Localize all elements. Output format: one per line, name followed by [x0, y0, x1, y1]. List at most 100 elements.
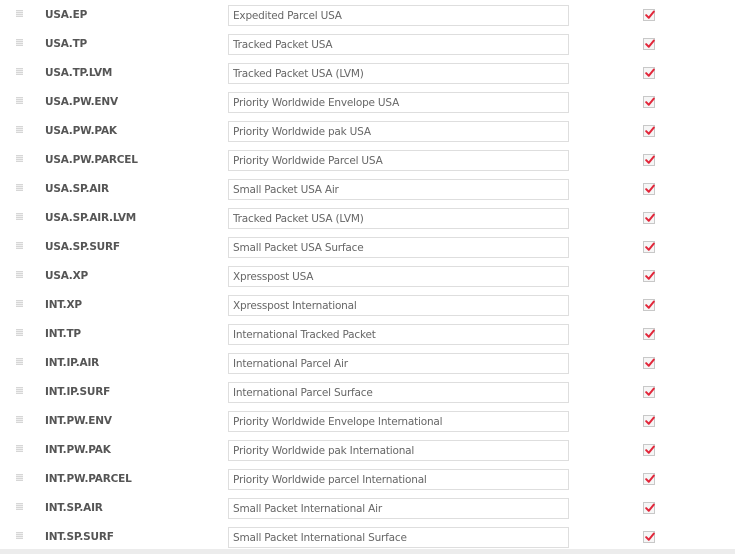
- bottom-divider: [0, 549, 735, 554]
- service-row: INT.TP: [0, 319, 735, 348]
- service-code: INT.IP.AIR: [45, 357, 100, 369]
- checkmark-icon: [645, 126, 655, 135]
- service-row: INT.XP: [0, 290, 735, 319]
- service-name-input[interactable]: [228, 34, 569, 55]
- checkmark-icon: [645, 387, 655, 396]
- service-row: INT.PW.ENV: [0, 406, 735, 435]
- service-row: USA.SP.AIR: [0, 174, 735, 203]
- drag-handle-icon[interactable]: [16, 39, 23, 46]
- service-code: USA.PW.PAK: [45, 125, 117, 137]
- service-row: INT.PW.PAK: [0, 435, 735, 464]
- checkmark-icon: [645, 271, 655, 280]
- checkmark-icon: [645, 97, 655, 106]
- drag-handle-icon[interactable]: [16, 416, 23, 423]
- service-row: INT.PW.PARCEL: [0, 464, 735, 493]
- drag-handle-icon[interactable]: [16, 387, 23, 394]
- service-enabled-checkbox[interactable]: [643, 241, 655, 253]
- service-name-input[interactable]: [228, 179, 569, 200]
- service-code: USA.TP: [45, 38, 88, 50]
- service-name-input[interactable]: [228, 498, 569, 519]
- service-name-input[interactable]: [228, 92, 569, 113]
- drag-handle-icon[interactable]: [16, 271, 23, 278]
- service-name-input[interactable]: [228, 440, 569, 461]
- service-name-input[interactable]: [228, 295, 569, 316]
- service-enabled-checkbox[interactable]: [643, 299, 655, 311]
- service-code: INT.TP: [45, 328, 81, 340]
- service-name-input[interactable]: [228, 527, 569, 548]
- service-enabled-checkbox[interactable]: [643, 444, 655, 456]
- service-name-input[interactable]: [228, 353, 569, 374]
- drag-handle-icon[interactable]: [16, 10, 23, 17]
- checkmark-icon: [645, 532, 655, 541]
- service-enabled-checkbox[interactable]: [643, 212, 655, 224]
- service-name-input[interactable]: [228, 5, 569, 26]
- drag-handle-icon[interactable]: [16, 300, 23, 307]
- service-code: USA.SP.SURF: [45, 241, 120, 253]
- drag-handle-icon[interactable]: [16, 126, 23, 133]
- service-name-input[interactable]: [228, 237, 569, 258]
- drag-handle-icon[interactable]: [16, 68, 23, 75]
- service-code: INT.PW.PAK: [45, 444, 111, 456]
- service-enabled-checkbox[interactable]: [643, 183, 655, 195]
- checkmark-icon: [645, 445, 655, 454]
- drag-handle-icon[interactable]: [16, 329, 23, 336]
- service-enabled-checkbox[interactable]: [643, 96, 655, 108]
- shipping-services-list: USA.EP USA.TP USA.TP.LVM USA.PW.ENV USA.PW.P…: [0, 0, 735, 551]
- checkmark-icon: [645, 242, 655, 251]
- checkmark-icon: [645, 358, 655, 367]
- service-enabled-checkbox[interactable]: [643, 502, 655, 514]
- drag-handle-icon[interactable]: [16, 242, 23, 249]
- checkmark-icon: [645, 329, 655, 338]
- service-code: USA.PW.ENV: [45, 96, 118, 108]
- drag-handle-icon[interactable]: [16, 474, 23, 481]
- service-code: INT.IP.SURF: [45, 386, 111, 398]
- drag-handle-icon[interactable]: [16, 184, 23, 191]
- service-row: INT.IP.SURF: [0, 377, 735, 406]
- service-code: USA.SP.AIR: [45, 183, 109, 195]
- service-enabled-checkbox[interactable]: [643, 328, 655, 340]
- service-code: INT.PW.PARCEL: [45, 473, 132, 485]
- service-enabled-checkbox[interactable]: [643, 386, 655, 398]
- service-row: USA.PW.ENV: [0, 87, 735, 116]
- service-name-input[interactable]: [228, 121, 569, 142]
- checkmark-icon: [645, 503, 655, 512]
- checkmark-icon: [645, 10, 655, 19]
- service-enabled-checkbox[interactable]: [643, 125, 655, 137]
- service-name-input[interactable]: [228, 266, 569, 287]
- service-row: INT.IP.AIR: [0, 348, 735, 377]
- service-row: USA.EP: [0, 0, 735, 29]
- checkmark-icon: [645, 416, 655, 425]
- service-enabled-checkbox[interactable]: [643, 67, 655, 79]
- service-name-input[interactable]: [228, 208, 569, 229]
- drag-handle-icon[interactable]: [16, 358, 23, 365]
- checkmark-icon: [645, 184, 655, 193]
- service-enabled-checkbox[interactable]: [643, 415, 655, 427]
- service-enabled-checkbox[interactable]: [643, 9, 655, 21]
- service-enabled-checkbox[interactable]: [643, 38, 655, 50]
- drag-handle-icon[interactable]: [16, 97, 23, 104]
- checkmark-icon: [645, 300, 655, 309]
- drag-handle-icon[interactable]: [16, 213, 23, 220]
- service-enabled-checkbox[interactable]: [643, 473, 655, 485]
- service-code: INT.XP: [45, 299, 82, 311]
- service-name-input[interactable]: [228, 324, 569, 345]
- service-name-input[interactable]: [228, 150, 569, 171]
- service-name-input[interactable]: [228, 382, 569, 403]
- service-enabled-checkbox[interactable]: [643, 531, 655, 543]
- service-name-input[interactable]: [228, 411, 569, 432]
- checkmark-icon: [645, 39, 655, 48]
- drag-handle-icon[interactable]: [16, 532, 23, 539]
- service-row: INT.SP.SURF: [0, 522, 735, 551]
- service-name-input[interactable]: [228, 63, 569, 84]
- drag-handle-icon[interactable]: [16, 445, 23, 452]
- service-row: INT.SP.AIR: [0, 493, 735, 522]
- service-row: USA.PW.PAK: [0, 116, 735, 145]
- drag-handle-icon[interactable]: [16, 503, 23, 510]
- service-enabled-checkbox[interactable]: [643, 357, 655, 369]
- drag-handle-icon[interactable]: [16, 155, 23, 162]
- service-enabled-checkbox[interactable]: [643, 154, 655, 166]
- service-code: INT.SP.AIR: [45, 502, 103, 514]
- service-enabled-checkbox[interactable]: [643, 270, 655, 282]
- service-name-input[interactable]: [228, 469, 569, 490]
- service-row: USA.XP: [0, 261, 735, 290]
